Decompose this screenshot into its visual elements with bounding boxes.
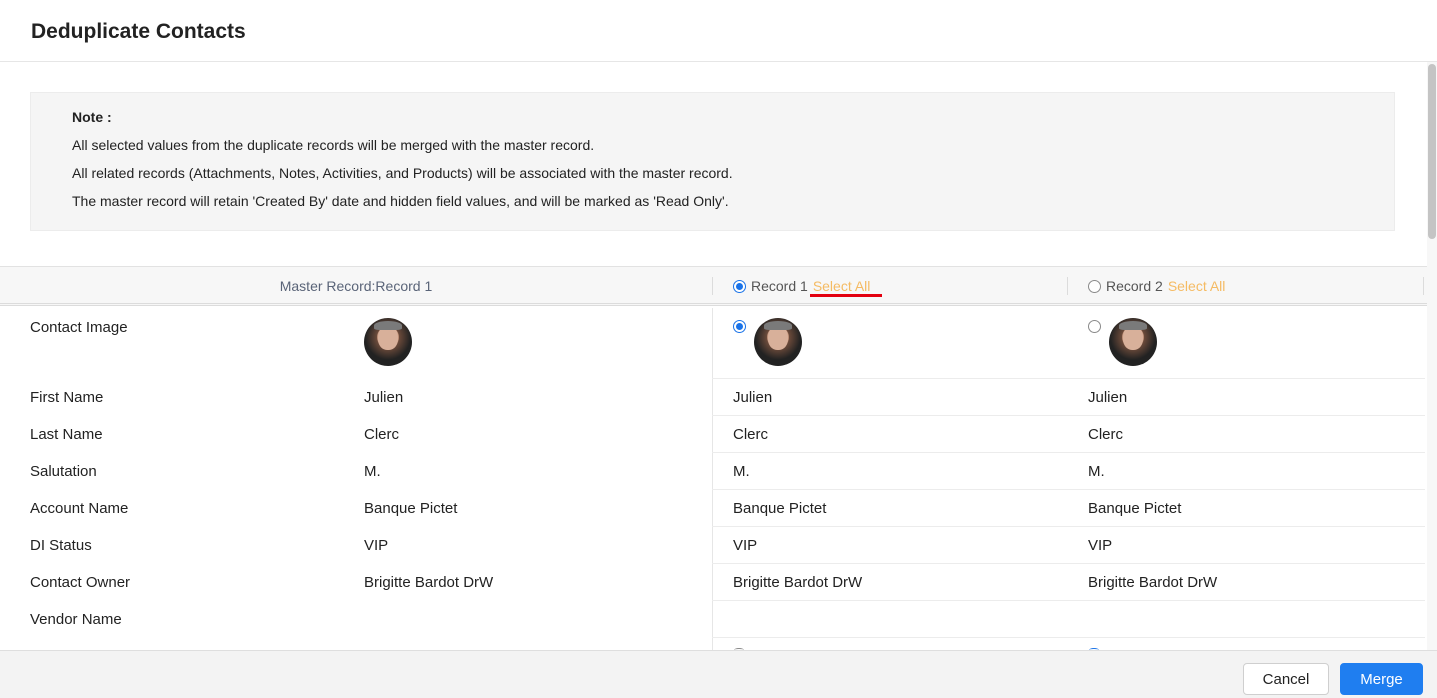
dialog-title: Deduplicate Contacts (31, 20, 246, 43)
record1-value[interactable]: VIP (733, 537, 757, 554)
table-row[interactable]: Vendor Name (0, 601, 1425, 638)
master-value: Julien (364, 389, 404, 406)
record2-radio[interactable] (1088, 279, 1101, 293)
record2-header: Record 2 Select All (1088, 278, 1225, 294)
record1-contact-avatar (754, 318, 802, 366)
field-label: Account Name (30, 500, 129, 517)
column-header-bar: Master Record:Record 1 Record 1 Select A… (0, 266, 1437, 306)
field-label: Contact Image (30, 319, 128, 336)
table-row[interactable]: Salutation M. M. M. (0, 453, 1425, 490)
field-label: Contact Owner (30, 574, 131, 591)
partial-radio-icon (734, 648, 744, 652)
record2-value[interactable]: Clerc (1088, 426, 1123, 443)
note-box: Note : All selected values from the dupl… (30, 92, 1395, 231)
comparison-table: Contact Image First Name Julien Julien J… (0, 308, 1425, 650)
annotation-underline (810, 294, 882, 297)
master-value: M. (364, 463, 381, 480)
record2-select-all-link[interactable]: Select All (1168, 278, 1226, 294)
table-row: Contact Image (0, 308, 1425, 379)
note-line: All related records (Attachments, Notes,… (72, 165, 733, 181)
merge-button[interactable]: Merge (1340, 663, 1423, 695)
table-row[interactable]: Contact Owner Brigitte Bardot DrW Brigit… (0, 564, 1425, 601)
record2-contact-avatar (1109, 318, 1157, 366)
record2-image-radio[interactable] (1088, 320, 1101, 333)
record1-image-radio[interactable] (733, 320, 746, 333)
master-contact-avatar (364, 318, 412, 366)
record2-value[interactable]: Julien (1088, 389, 1127, 406)
row-divider (712, 637, 1425, 638)
dialog-footer: Cancel Merge (0, 648, 1437, 698)
record2-value[interactable]: Brigitte Bardot DrW (1088, 574, 1217, 591)
record1-value[interactable]: M. (733, 463, 750, 480)
master-value: Banque Pictet (364, 500, 458, 517)
record2-value[interactable]: Banque Pictet (1088, 500, 1181, 517)
table-row[interactable]: Account Name Banque Pictet Banque Pictet… (0, 490, 1425, 527)
cancel-button[interactable]: Cancel (1243, 663, 1329, 695)
column-divider (1423, 277, 1424, 295)
record1-header: Record 1 Select All (733, 278, 870, 294)
record1-value[interactable]: Clerc (733, 426, 768, 443)
note-title: Note : (72, 109, 112, 125)
field-label: Salutation (30, 463, 97, 480)
table-row[interactable]: DI Status VIP VIP VIP (0, 527, 1425, 564)
record1-select-all-link[interactable]: Select All (813, 278, 871, 294)
record2-value[interactable]: VIP (1088, 537, 1112, 554)
table-row[interactable]: First Name Julien Julien Julien (0, 379, 1425, 416)
record2-label: Record 2 (1106, 278, 1163, 294)
record1-radio[interactable] (733, 279, 746, 293)
partial-radio-icon (1089, 648, 1099, 652)
table-row[interactable]: Last Name Clerc Clerc Clerc (0, 416, 1425, 453)
record1-value[interactable]: Julien (733, 389, 772, 406)
column-divider (1067, 277, 1068, 295)
dialog-header: Deduplicate Contacts (0, 0, 1437, 62)
record2-value[interactable]: M. (1088, 463, 1105, 480)
note-line: All selected values from the duplicate r… (72, 137, 595, 153)
note-line: The master record will retain 'Created B… (72, 193, 729, 209)
column-divider (712, 277, 713, 295)
master-value: Clerc (364, 426, 400, 443)
master-value: Brigitte Bardot DrW (364, 574, 494, 591)
master-value: VIP (364, 537, 389, 554)
field-label: Last Name (30, 426, 103, 443)
record1-label: Record 1 (751, 278, 808, 294)
master-record-label: Master Record:Record 1 (279, 278, 433, 294)
field-label: Vendor Name (30, 611, 122, 628)
record1-value[interactable]: Banque Pictet (733, 500, 826, 517)
record1-value[interactable]: Brigitte Bardot DrW (733, 574, 862, 591)
vertical-scrollbar[interactable] (1427, 62, 1437, 650)
field-label: DI Status (30, 537, 92, 554)
field-label: First Name (30, 389, 104, 406)
scrollbar-thumb[interactable] (1428, 64, 1436, 239)
